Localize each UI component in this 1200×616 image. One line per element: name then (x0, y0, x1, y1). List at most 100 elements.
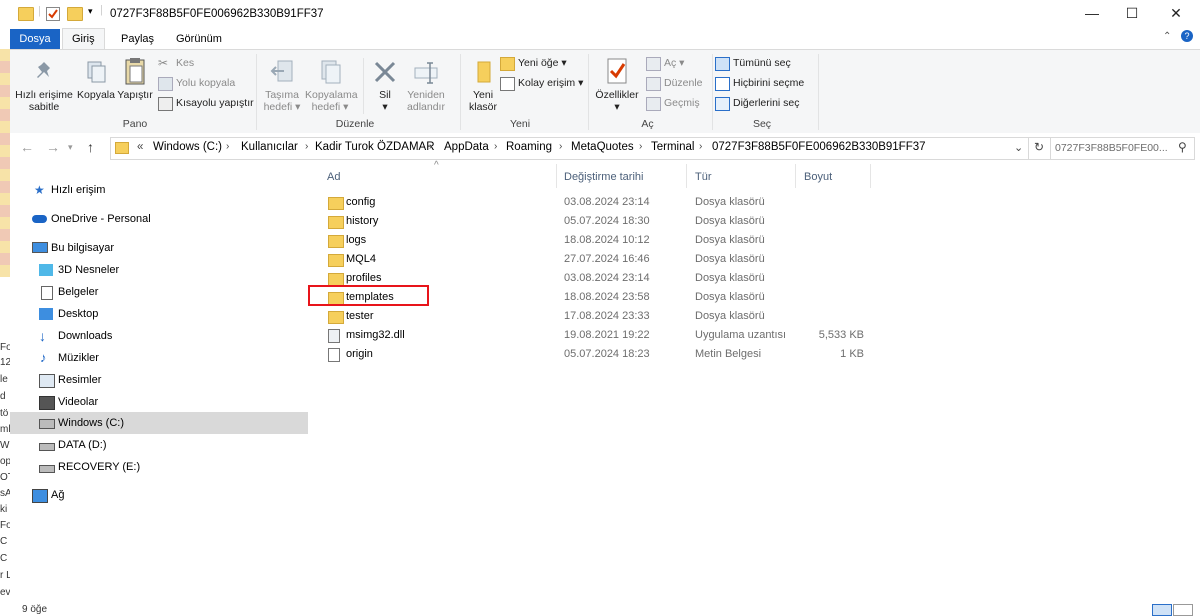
copy-to-button[interactable]: Kopyalama hedefi ▾ (305, 58, 358, 113)
breadcrumb-chevron-icon[interactable]: › (898, 141, 901, 152)
nav-item-3d-objects[interactable]: 3D Nesneler (10, 259, 308, 281)
nav-this-pc[interactable]: Bu bilgisayar (10, 237, 308, 259)
delete-button[interactable]: Sil ▾ (370, 58, 400, 113)
details-view-icon[interactable] (1152, 604, 1172, 616)
nav-item-data-d[interactable]: DATA (D:) (10, 434, 308, 456)
breadcrumb-terminal[interactable]: Terminal (651, 141, 694, 153)
nav-item-videos[interactable]: Videolar (10, 391, 308, 413)
table-row[interactable]: tester 17.08.2024 23:33 Dosya klasörü (324, 307, 884, 326)
column-separator[interactable] (686, 164, 687, 188)
breadcrumb-current-folder[interactable]: 0727F3F88B5F0FE006962B330B91FF37 (712, 141, 926, 153)
nav-item-pictures[interactable]: Resimler (10, 369, 308, 391)
history-button[interactable]: Geçmiş (646, 95, 700, 111)
properties-icon (603, 56, 631, 86)
nav-item-recovery-e[interactable]: RECOVERY (E:) (10, 456, 308, 478)
help-icon[interactable]: ? (1181, 30, 1193, 42)
properties-button[interactable]: Özellikler ▾ (590, 56, 644, 113)
new-folder-quick-icon[interactable] (67, 7, 83, 21)
new-item-button[interactable]: Yeni öğe ▾ (500, 55, 567, 71)
rename-button[interactable]: Yeniden adlandır (404, 58, 448, 113)
table-row[interactable]: history 05.07.2024 18:30 Dosya klasörü (324, 212, 884, 231)
paste-button[interactable]: Yapıştır (115, 56, 155, 101)
breadcrumb-user[interactable]: Kadir Turok ÖZDAMAR (315, 141, 435, 153)
breadcrumb-chevron-icon[interactable]: › (429, 141, 432, 152)
status-item-count: 9 öğe (22, 604, 48, 615)
forward-arrow-icon[interactable]: → (46, 139, 60, 155)
recent-locations-icon[interactable]: ▾ (68, 142, 73, 153)
breadcrumb-roaming[interactable]: Roaming (506, 141, 552, 153)
refresh-icon[interactable]: ↻ (1034, 140, 1044, 154)
column-header-type[interactable]: Tür (695, 167, 712, 189)
breadcrumb-chevron-icon[interactable]: › (305, 141, 308, 152)
breadcrumb-users[interactable]: Kullanıcılar (241, 141, 298, 153)
collapse-ribbon-icon[interactable]: ⌃ (1163, 31, 1171, 42)
back-arrow-icon[interactable]: ← (20, 139, 34, 155)
table-row[interactable]: logs 18.08.2024 10:12 Dosya klasörü (324, 231, 884, 250)
breadcrumb-chevron-icon[interactable]: › (226, 141, 229, 152)
close-button[interactable]: ✕ (1153, 0, 1199, 27)
pin-quick-access-button[interactable]: Hızlı erişime sabitle (12, 58, 76, 113)
search-input[interactable]: 0727F3F88B5F0FE00... ⚲ (1050, 137, 1195, 160)
nav-item-documents[interactable]: Belgeler (10, 281, 308, 303)
ribbon-separator (460, 54, 461, 130)
background-text-fragment: d (0, 391, 6, 402)
nav-item-windows-c[interactable]: Windows (C:) (10, 412, 308, 434)
invert-selection-button[interactable]: Diğerlerini seç (715, 95, 800, 111)
breadcrumb-appdata[interactable]: AppData (444, 141, 489, 153)
quick-access-dropdown-icon[interactable]: ▾ (88, 6, 93, 17)
select-none-button[interactable]: Hiçbirini seçme (715, 75, 804, 91)
nav-item-label: Videolar (58, 396, 99, 408)
table-row[interactable]: config 03.08.2024 23:14 Dosya klasörü (324, 193, 884, 212)
select-all-button[interactable]: Tümünü seç (715, 55, 791, 71)
edit-button[interactable]: Düzenle (646, 75, 703, 91)
cut-button[interactable]: ✂ Kes (158, 55, 194, 71)
up-arrow-icon[interactable]: ↑ (87, 139, 94, 155)
nav-network[interactable]: Ağ (10, 484, 308, 506)
tab-view[interactable]: Görünüm (167, 29, 231, 49)
copy-path-button[interactable]: Yolu kopyala (158, 75, 235, 91)
nav-item-desktop[interactable]: Desktop (10, 303, 308, 325)
breadcrumb-chevron-icon[interactable]: › (494, 141, 497, 152)
breadcrumb-chevron-icon[interactable]: › (559, 141, 562, 152)
breadcrumb-metaquotes[interactable]: MetaQuotes (571, 141, 634, 153)
column-separator[interactable] (870, 164, 871, 188)
new-folder-button[interactable]: Yeni klasör (463, 58, 503, 113)
tab-share[interactable]: Paylaş (112, 29, 163, 49)
cube-icon (39, 264, 53, 276)
paste-shortcut-button[interactable]: Kısayolu yapıştır (158, 95, 254, 111)
copy-button[interactable]: Kopyala (76, 58, 116, 101)
column-header-size[interactable]: Boyut (804, 167, 832, 189)
column-separator[interactable] (795, 164, 796, 188)
properties-check-icon[interactable] (46, 7, 60, 21)
table-row[interactable]: msimg32.dll 19.08.2021 19:22 Uygulama uzan… (324, 326, 884, 345)
nav-item-downloads[interactable]: ↓ Downloads (10, 325, 308, 347)
tab-home[interactable]: Giriş (62, 28, 105, 49)
nav-quick-access[interactable]: ★ Hızlı erişim (10, 179, 308, 201)
file-type: Dosya klasörü (695, 234, 765, 246)
column-header-name[interactable]: Ad (327, 167, 340, 189)
music-icon: ♪ (40, 350, 47, 365)
breadcrumb-windows-c[interactable]: Windows (C:) (153, 141, 222, 153)
large-icons-view-icon[interactable] (1173, 604, 1193, 616)
nav-item-label: Windows (C:) (58, 417, 125, 429)
file-name: tester (346, 310, 374, 322)
table-row[interactable]: MQL4 27.07.2024 16:46 Dosya klasörü (324, 250, 884, 269)
nav-onedrive[interactable]: OneDrive - Personal (10, 208, 308, 230)
easy-access-button[interactable]: Kolay erişim ▾ (500, 75, 583, 91)
tab-file[interactable]: Dosya (10, 29, 60, 49)
computer-icon (32, 242, 48, 253)
maximize-button[interactable]: ☐ (1109, 0, 1155, 27)
nav-item-music[interactable]: ♪ Müzikler (10, 347, 308, 369)
table-row[interactable]: origin 05.07.2024 18:23 Metin Belgesi 1 KB (324, 345, 884, 364)
move-to-button[interactable]: Taşıma hedefi ▾ (262, 58, 302, 113)
breadcrumb-chevron-icon[interactable]: › (699, 141, 702, 152)
breadcrumb-chevron-icon[interactable]: › (639, 141, 642, 152)
address-overflow[interactable]: « (137, 141, 143, 153)
navigation-pane: ★ Hızlı erişim OneDrive - Personal Bu bi… (10, 163, 308, 603)
group-label-open: Aç (641, 118, 654, 130)
column-separator[interactable] (556, 164, 557, 188)
address-bar[interactable]: « Windows (C:) › Kullanıcılar › Kadir Tu… (110, 137, 1052, 160)
column-header-date[interactable]: Değiştirme tarihi (564, 167, 643, 189)
open-button[interactable]: Aç ▾ (646, 55, 684, 71)
address-history-dropdown-icon[interactable]: ⌄ (1014, 141, 1023, 154)
